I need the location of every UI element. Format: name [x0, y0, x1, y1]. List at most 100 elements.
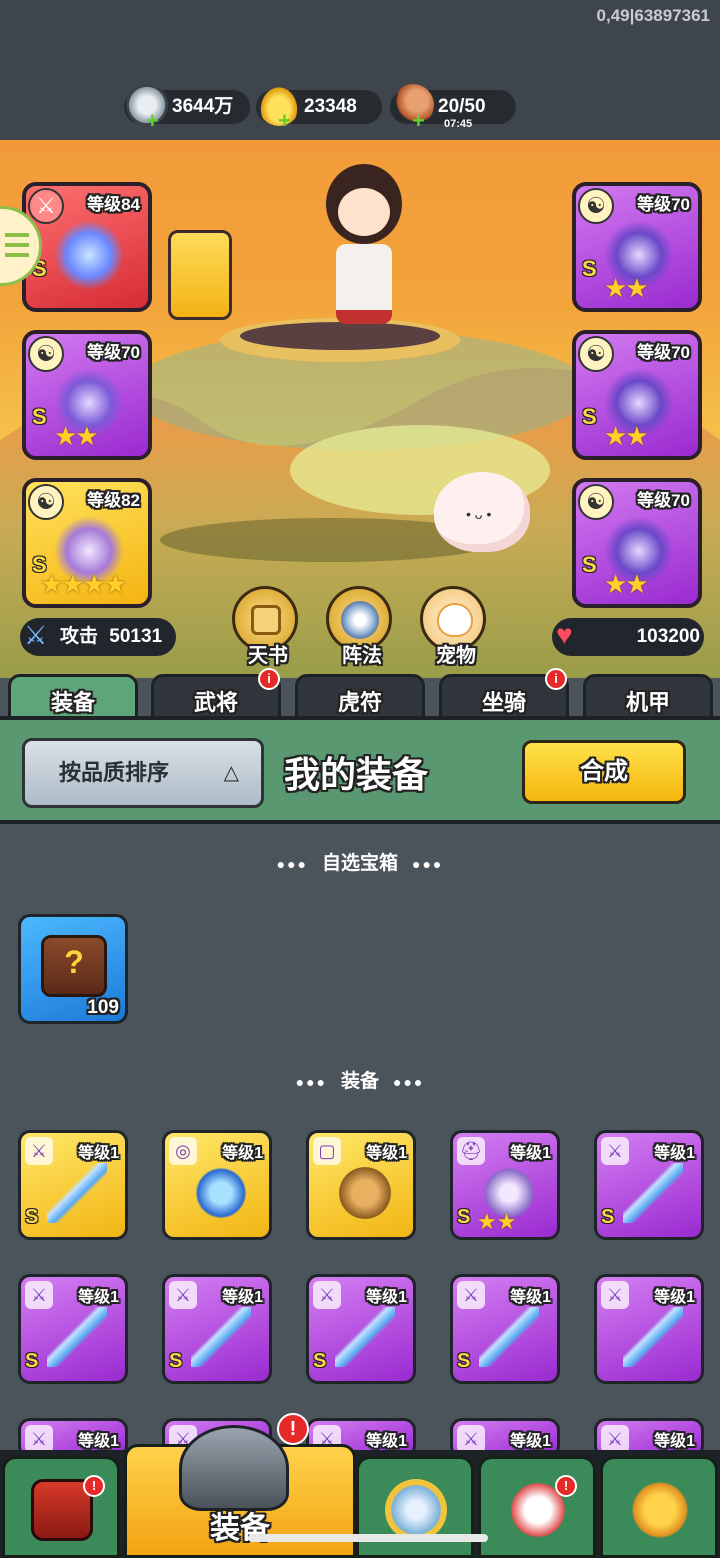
home-indicator[interactable] — [248, 1534, 488, 1542]
item-level: 等级1 — [510, 1289, 551, 1306]
sword-type-icon: ⚔ — [169, 1281, 197, 1309]
hero-character[interactable] — [318, 154, 408, 344]
sword-type-icon: ⚔ — [313, 1281, 341, 1309]
equip-slot-gauntlet[interactable]: ☯ 等级70 S ★★ — [572, 330, 702, 460]
slot-level: 等级84 — [87, 195, 140, 214]
add-silver-icon[interactable]: + — [146, 110, 159, 132]
section-dots-right: ●●● — [412, 856, 444, 872]
item-level: 等级1 — [510, 1433, 551, 1450]
sword-art-icon — [47, 1307, 107, 1367]
nav-battle[interactable] — [356, 1456, 474, 1558]
chest-section-header: ●●● 自选宝箱 ●●● — [0, 848, 720, 875]
compass-icon — [341, 601, 379, 639]
formation-label: 阵法 — [342, 645, 382, 667]
stamina-timer: 07:45 — [444, 118, 473, 130]
craft-button[interactable]: 合成 — [522, 740, 686, 804]
equip-slot-armor[interactable]: ☯ 等级70 S ★★ — [572, 182, 702, 312]
sky-book-button[interactable]: 天书 — [232, 586, 298, 667]
sword-type-icon: ⚔ — [25, 1137, 53, 1165]
equipment-item[interactable]: ⚔ 等级1 — [594, 1274, 704, 1384]
sword-icon: ⚔ — [28, 188, 64, 224]
gold-resource[interactable]: 23348 + — [256, 84, 382, 132]
item-level: 等级1 — [654, 1289, 695, 1306]
equipment-item[interactable]: ◎ 等级1 — [162, 1130, 272, 1240]
slot-stars: ★★ — [604, 421, 649, 451]
chest-count: 109 — [87, 997, 119, 1018]
category-tabs: 装备 武将 i 虎符 坐骑 i 机甲 — [0, 668, 720, 722]
add-gold-icon[interactable]: + — [278, 110, 291, 132]
generals-alert-icon: i — [258, 668, 280, 690]
chest-icon: ? — [41, 935, 107, 997]
item-level: 等级1 — [222, 1289, 263, 1306]
slot-stars: ★★ — [54, 421, 99, 451]
boots-type-icon: ▢ — [313, 1137, 341, 1165]
selectable-chest-item[interactable]: ? 109 — [18, 914, 128, 1024]
equipment-alert-icon: ! — [277, 1413, 309, 1445]
heroes-alert-icon: ! — [555, 1475, 577, 1497]
equipment-item[interactable]: ⚔ 等级1 S — [18, 1274, 128, 1384]
equipment-item[interactable]: ⚔ 等级1 S — [306, 1274, 416, 1384]
tab-tiger-tally[interactable]: 虎符 — [295, 674, 425, 722]
equipment-item[interactable]: ⚔ 等级1 S — [18, 1130, 128, 1240]
nav-upgrade[interactable] — [600, 1456, 718, 1558]
add-stamina-icon[interactable]: + — [412, 110, 425, 132]
item-grade: S — [25, 1350, 39, 1372]
sword-type-icon: ⚔ — [25, 1425, 53, 1453]
slot-level: 等级70 — [637, 491, 690, 510]
sword-type-icon: ⚔ — [457, 1425, 485, 1453]
pet-blob[interactable]: • ᴗ • — [434, 472, 530, 552]
equipment-item[interactable]: ⚔ 等级1 S — [162, 1274, 272, 1384]
sort-quality-dropdown[interactable]: 按品质排序 △ — [22, 738, 264, 808]
equipment-item[interactable]: ▢ 等级1 — [306, 1130, 416, 1240]
item-level: 等级1 — [366, 1433, 407, 1450]
helmet-type-icon: ⛑ — [457, 1137, 485, 1165]
item-grade: S — [169, 1350, 183, 1372]
hidden-slot-gold[interactable] — [168, 230, 232, 320]
item-grade: S — [457, 1350, 471, 1372]
equipment-item[interactable]: ⚔ 等级1 S — [450, 1274, 560, 1384]
sword-type-icon: ⚔ — [601, 1137, 629, 1165]
attack-sword-icon: ⚔ — [24, 620, 48, 650]
equip-slot-boots[interactable]: ☯ 等级70 S ★★ — [572, 478, 702, 608]
pet-button[interactable]: 宠物 — [420, 586, 486, 667]
sword-art-icon — [335, 1307, 395, 1367]
slot-level: 等级70 — [637, 343, 690, 362]
tab-equipment[interactable]: 装备 — [8, 674, 138, 722]
slot-level: 等级82 — [87, 491, 140, 510]
nav-heroes[interactable]: ! — [478, 1456, 596, 1558]
item-level: 等级1 — [654, 1145, 695, 1162]
yin-yang-icon: ☯ — [28, 484, 64, 520]
formation-button[interactable]: 阵法 — [326, 586, 392, 667]
nav-shop[interactable]: ! — [2, 1456, 120, 1558]
slot-grade: S — [32, 404, 47, 429]
item-level: 等级1 — [654, 1433, 695, 1450]
section-dots-right: ●●● — [393, 1074, 425, 1090]
hero-face — [338, 188, 390, 236]
stamina-resource[interactable]: 20/50 07:45 + — [390, 84, 516, 132]
silver-resource[interactable]: 3644万 + — [124, 84, 250, 132]
equipment-item[interactable]: ⛑ 等级1 S ★★ — [450, 1130, 560, 1240]
item-level: 等级1 — [510, 1145, 551, 1162]
section-dots-left: ●●● — [295, 1074, 327, 1090]
attack-label: 攻击 — [60, 626, 99, 647]
tab-mecha[interactable]: 机甲 — [583, 674, 713, 722]
weapon-art-icon — [54, 220, 124, 290]
pet-face-icon: • ᴗ • — [466, 506, 492, 522]
item-level: 等级1 — [366, 1145, 407, 1162]
item-grade: S — [457, 1206, 471, 1228]
hp-stat: ♥ 103200 — [552, 618, 704, 656]
slot-stars: ★★ — [604, 569, 649, 599]
equipment-item[interactable]: ⚔ 等级1 S — [594, 1130, 704, 1240]
sword-type-icon: ⚔ — [601, 1281, 629, 1309]
slot-stars: ★★★★ — [40, 569, 127, 599]
sword-type-icon: ⚔ — [601, 1425, 629, 1453]
equip-slot-helmet[interactable]: ☯ 等级82 S ★★★★ — [22, 478, 152, 608]
stamina-value: 20/50 — [438, 96, 486, 117]
crossed-swords-icon — [385, 1479, 447, 1541]
pet-label: 宠物 — [436, 645, 476, 667]
gold-value: 23348 — [304, 96, 357, 117]
sword-art-icon — [623, 1307, 683, 1367]
equip-slot-orb[interactable]: ☯ 等级70 S ★★ — [22, 330, 152, 460]
sword-type-icon: ⚔ — [457, 1281, 485, 1309]
chest-question-mark: ? — [64, 944, 84, 980]
